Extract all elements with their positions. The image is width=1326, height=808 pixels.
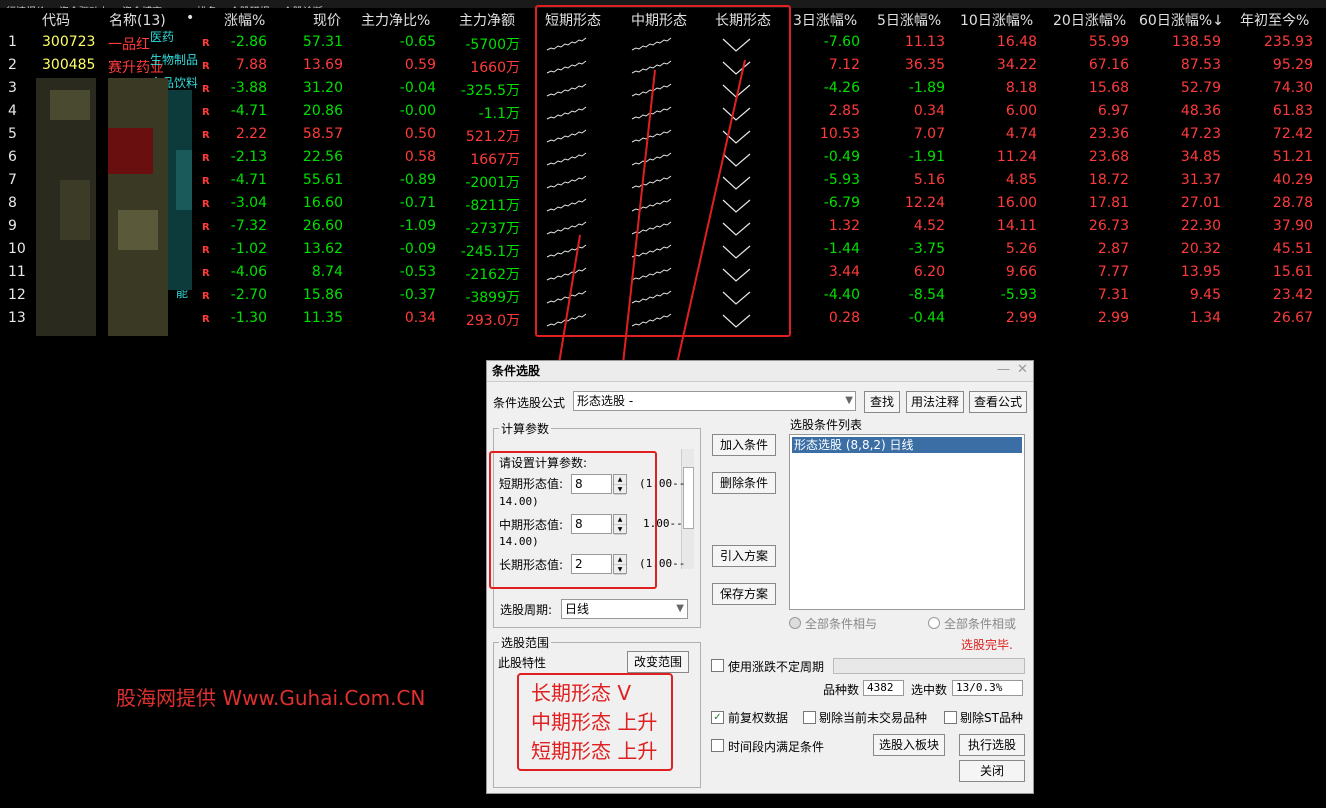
formula-select[interactable]: 形态选股 - ▼ bbox=[573, 391, 856, 411]
timespan-checkbox[interactable] bbox=[711, 739, 724, 752]
find-button[interactable]: 查找 bbox=[864, 391, 900, 413]
count-label: 品种数 bbox=[823, 683, 860, 697]
selected-value: 13/0.3% bbox=[956, 681, 1003, 694]
execute-selection-button[interactable]: 执行选股 bbox=[959, 734, 1025, 756]
usage-notes-button[interactable]: 用法注释 bbox=[906, 391, 964, 413]
watermark-text: 股海网提供 Www.Guhai.Com.CN bbox=[116, 686, 426, 710]
dialog-title: 条件选股 bbox=[487, 361, 1033, 382]
count-value: 4382 bbox=[867, 681, 894, 694]
condition-list[interactable]: 形态选股 (8,8,2) 日线 bbox=[789, 434, 1025, 610]
change-scope-button[interactable]: 改变范围 bbox=[627, 651, 689, 673]
annotation-line-2: 中期形态 上升 bbox=[531, 710, 658, 734]
add-to-block-button[interactable]: 选股入板块 bbox=[873, 734, 945, 756]
view-formula-button[interactable]: 查看公式 bbox=[969, 391, 1027, 413]
annotation-line-1: 长期形态 V bbox=[531, 681, 632, 705]
progress-bar bbox=[833, 658, 1025, 674]
formula-label: 条件选股公式 bbox=[493, 396, 566, 410]
radio-or[interactable] bbox=[928, 617, 940, 629]
close-button[interactable]: 关闭 bbox=[959, 760, 1025, 782]
params-scrollbar[interactable] bbox=[681, 449, 694, 569]
minimize-icon[interactable]: — bbox=[997, 362, 1010, 377]
scope-value: 此股特性 bbox=[498, 656, 547, 670]
condition-list-item[interactable]: 形态选股 (8,8,2) 日线 bbox=[792, 437, 1022, 453]
params-group-label: 计算参数 bbox=[499, 420, 552, 437]
condition-list-label: 选股条件列表 bbox=[790, 418, 863, 432]
annotation-line-3: 短期形态 上升 bbox=[531, 739, 658, 763]
forward-rights-checkbox[interactable]: ✓ bbox=[711, 711, 724, 724]
period-select[interactable]: 日线 ▼ bbox=[561, 599, 688, 619]
status-text: 选股完毕. bbox=[961, 638, 1013, 652]
import-scheme-button[interactable]: 引入方案 bbox=[712, 545, 776, 567]
exclude-st-label: 剔除ST品种 bbox=[960, 711, 1023, 725]
exclude-untraded-checkbox[interactable] bbox=[803, 711, 816, 724]
radio-and-label: 全部条件相与 bbox=[805, 617, 878, 631]
uncertain-period-label: 使用涨跌不定周期 bbox=[728, 660, 825, 674]
chevron-down-icon: ▼ bbox=[676, 603, 684, 614]
selected-field: 13/0.3% bbox=[952, 680, 1023, 696]
period-label: 选股周期: bbox=[500, 603, 553, 617]
radio-and[interactable] bbox=[789, 617, 801, 629]
scope-group-label: 选股范围 bbox=[499, 634, 552, 651]
delete-condition-button[interactable]: 删除条件 bbox=[712, 472, 776, 494]
uncertain-period-checkbox[interactable] bbox=[711, 659, 724, 672]
chevron-down-icon: ▼ bbox=[845, 395, 853, 406]
params-highlight bbox=[489, 451, 657, 589]
timespan-label: 时间段内满足条件 bbox=[728, 740, 825, 754]
annotation-box: 长期形态 V 中期形态 上升 短期形态 上升 bbox=[517, 673, 673, 771]
close-icon[interactable]: ✕ bbox=[1017, 362, 1028, 377]
save-scheme-button[interactable]: 保存方案 bbox=[712, 583, 776, 605]
exclude-st-checkbox[interactable] bbox=[944, 711, 957, 724]
forward-rights-label: 前复权数据 bbox=[728, 711, 789, 725]
count-field: 4382 bbox=[863, 680, 904, 696]
add-condition-button[interactable]: 加入条件 bbox=[712, 434, 776, 456]
selected-label: 选中数 bbox=[911, 683, 948, 697]
exclude-untraded-label: 剔除当前未交易品种 bbox=[819, 711, 928, 725]
radio-or-label: 全部条件相或 bbox=[944, 617, 1017, 631]
formula-value: 形态选股 - bbox=[577, 394, 634, 408]
period-value: 日线 bbox=[565, 602, 590, 616]
